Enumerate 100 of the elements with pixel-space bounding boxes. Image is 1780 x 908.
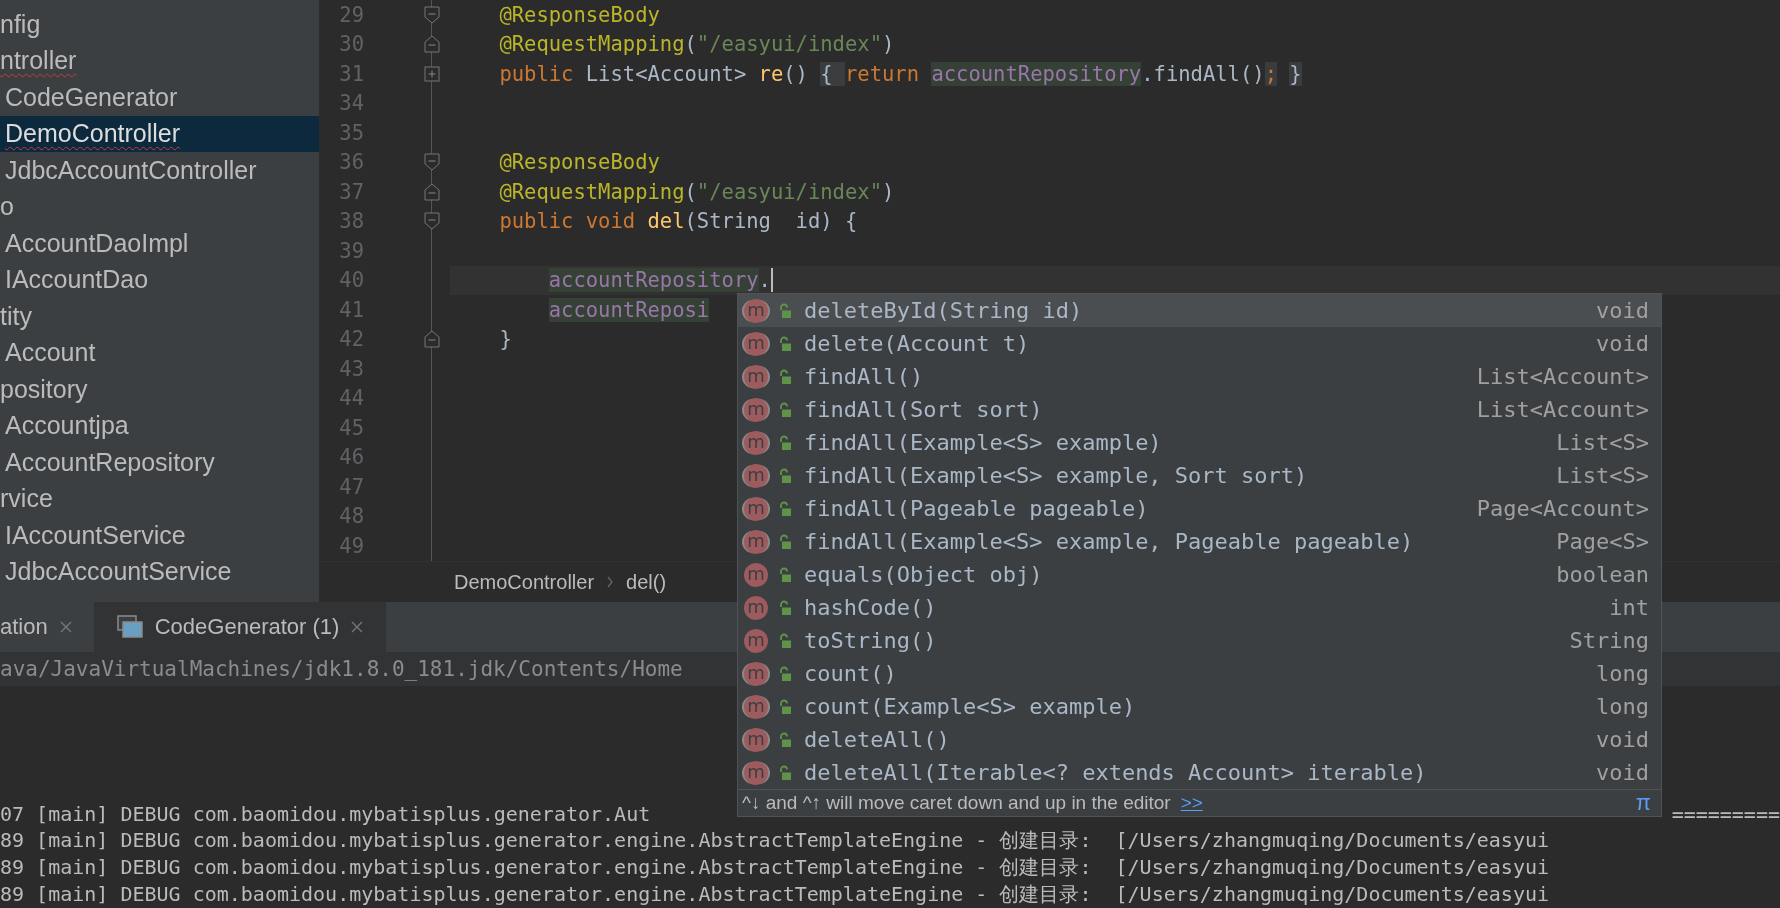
completion-item[interactable]: m findAll(Sort sort) List<Account> — [738, 393, 1661, 426]
completion-item[interactable]: m hashCode() int — [738, 591, 1661, 624]
tree-item[interactable]: Account — [0, 334, 319, 371]
package-label: tity — [0, 301, 32, 331]
completion-item[interactable]: m deleteById(String id) void — [738, 294, 1661, 327]
completion-item[interactable]: m equals(Object obj) boolean — [738, 558, 1661, 591]
expand-icon[interactable] — [424, 64, 440, 83]
completion-item[interactable]: m findAll() List<Account> — [738, 360, 1661, 393]
line-number: 34 — [338, 91, 364, 116]
class-label: AccountDaoImpl — [5, 228, 189, 258]
method-icon: m — [744, 298, 768, 323]
class-label: CodeGenerator — [5, 82, 178, 112]
line-number: 48 — [338, 504, 364, 529]
code-line: public void del(String id) { — [498, 209, 858, 234]
method-signature: findAll() — [804, 364, 924, 389]
console-line: ========= — [1671, 801, 1780, 826]
tree-item[interactable]: rvice — [0, 480, 319, 517]
breadcrumb[interactable]: del() — [626, 570, 667, 594]
completion-item[interactable]: m delete(Account t) void — [738, 327, 1661, 360]
return-type: long — [1596, 661, 1649, 686]
tree-item[interactable]: tity — [0, 298, 319, 335]
method-signature: deleteAll() — [804, 727, 950, 752]
lock-icon — [778, 335, 792, 352]
return-type: String — [1569, 628, 1649, 653]
completion-item[interactable]: m toString() String — [738, 624, 1661, 657]
run-tab[interactable]: ation — [0, 602, 95, 652]
fold-icon[interactable] — [424, 5, 440, 24]
console-line: 89 [main] DEBUG com.baomidou.mybatisplus.generator.engine.AbstractTemplateEngine - 创建目录: [/Users/zhangmuqing/Documents/easyui — [0, 881, 1549, 908]
fold-icon[interactable] — [424, 153, 440, 172]
hint-link[interactable]: >> — [1180, 792, 1203, 814]
method-icon: m — [744, 397, 768, 422]
method-icon: m — [744, 727, 768, 752]
completion-item[interactable]: m deleteAll(Iterable<? extends Account> iterable) void — [738, 756, 1661, 789]
line-number: 46 — [338, 445, 364, 470]
tree-item[interactable]: o — [0, 188, 319, 225]
return-type: Page<Account> — [1476, 496, 1649, 521]
lock-icon — [778, 764, 792, 781]
pi-button[interactable]: π — [1635, 790, 1651, 816]
lock-icon — [778, 632, 792, 649]
tree-item[interactable]: IAccountService — [0, 517, 319, 554]
tree-item[interactable]: Accountjpa — [0, 407, 319, 444]
line-number: 39 — [338, 238, 364, 263]
lock-icon — [778, 434, 792, 451]
class-label: JdbcAccountController — [5, 155, 257, 185]
return-type: void — [1596, 298, 1649, 323]
tree-item[interactable]: IAccountDao — [0, 261, 319, 298]
tree-item[interactable]: JdbcAccountController — [0, 152, 319, 189]
return-type: void — [1596, 331, 1649, 356]
run-tab[interactable]: CodeGenerator (1) — [94, 602, 387, 652]
completion-item[interactable]: m findAll(Example<S> example, Pageable pageable) Page<S> — [738, 525, 1661, 558]
fold-icon[interactable] — [424, 212, 440, 231]
return-type: void — [1596, 727, 1649, 752]
completion-item[interactable]: m count() long — [738, 657, 1661, 690]
tree-item[interactable]: AccountRepository — [0, 444, 319, 481]
return-type: long — [1596, 694, 1649, 719]
close-icon[interactable] — [59, 621, 72, 633]
line-number: 40 — [338, 268, 364, 293]
tree-item[interactable]: AccountDaoImpl — [0, 225, 319, 262]
method-signature: toString() — [804, 628, 937, 653]
completion-item[interactable]: m findAll(Example<S> example, Sort sort) List<S> — [738, 459, 1661, 492]
class-label: DemoController — [5, 119, 181, 149]
method-icon: m — [744, 694, 768, 719]
method-signature: findAll(Example<S> example, Sort sort) — [804, 463, 1308, 488]
method-icon: m — [744, 463, 768, 488]
completion-item[interactable]: m findAll(Example<S> example) List<S> — [738, 426, 1661, 459]
code-line: @RequestMapping("/easyui/index") — [498, 179, 895, 204]
fold-icon[interactable] — [424, 35, 440, 54]
line-number: 29 — [338, 2, 364, 27]
fold-icon[interactable] — [424, 182, 440, 201]
tab-label: ation — [0, 614, 48, 640]
lock-icon — [778, 731, 792, 748]
return-type: List<S> — [1556, 463, 1649, 488]
method-icon: m — [744, 760, 768, 785]
close-icon[interactable] — [351, 621, 364, 633]
tree-item[interactable]: pository — [0, 371, 319, 408]
tree-item[interactable]: CodeGenerator — [0, 79, 319, 116]
method-icon: m — [744, 661, 768, 686]
completion-item[interactable]: m count(Example<S> example) long — [738, 690, 1661, 723]
tree-item[interactable]: ntroller — [0, 42, 319, 79]
tree-item[interactable]: JdbcAccountService — [0, 553, 319, 590]
command-line-text: ava/JavaVirtualMachines/jdk1.8.0_181.jdk/Contents/Home — [0, 657, 683, 681]
breadcrumb[interactable]: DemoController — [454, 570, 595, 594]
chevron-icon — [606, 575, 615, 590]
completion-item[interactable]: m deleteAll() void — [738, 723, 1661, 756]
return-type: int — [1609, 595, 1649, 620]
completion-item[interactable]: m findAll(Pageable pageable) Page<Account> — [738, 492, 1661, 525]
line-number: 45 — [338, 415, 364, 440]
tree-item[interactable]: nfig — [0, 6, 319, 43]
hint-text: ^↓ and ^↑ will move caret down and up in the editor — [742, 792, 1171, 814]
class-label: Accountjpa — [5, 411, 129, 441]
fold-icon[interactable] — [424, 330, 440, 349]
code-line: @ResponseBody — [498, 2, 660, 27]
package-label: o — [0, 192, 14, 222]
tree-item[interactable]: DemoController — [0, 115, 319, 152]
class-label: IAccountService — [5, 520, 186, 550]
lock-icon — [778, 698, 792, 715]
class-label: AccountRepository — [5, 447, 215, 477]
text-caret — [770, 268, 773, 293]
line-number: 44 — [338, 386, 364, 411]
line-number: 30 — [338, 32, 364, 57]
